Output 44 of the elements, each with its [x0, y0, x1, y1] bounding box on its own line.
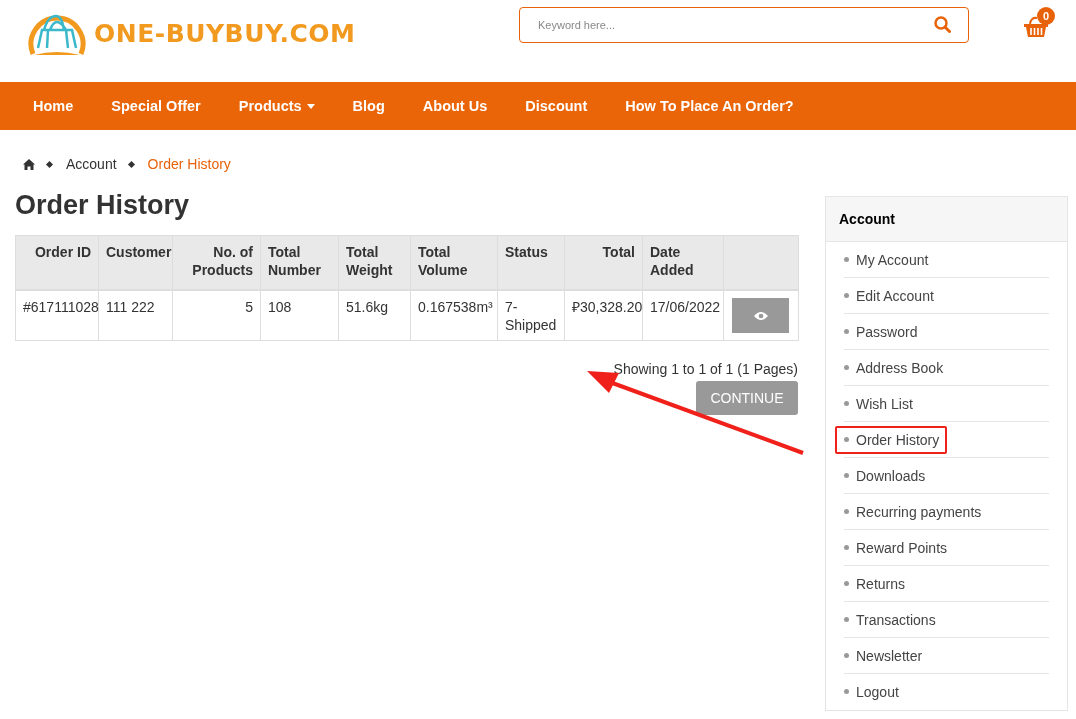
table-cell: 51.6kg [338, 290, 411, 341]
sidebar-link[interactable]: Edit Account [835, 281, 942, 310]
search-field[interactable]: Keyword here... [519, 7, 969, 43]
sidebar-link[interactable]: My Account [835, 245, 937, 274]
column-header: Customer [98, 235, 173, 290]
separator-icon [127, 160, 135, 168]
page-title: Order History [15, 190, 191, 221]
sidebar-link[interactable]: Transactions [835, 605, 944, 634]
column-header: Total [564, 235, 643, 290]
sidebar-link[interactable]: Address Book [835, 353, 952, 382]
column-header: Date Added [642, 235, 724, 290]
column-header: Total Volume [410, 235, 498, 290]
sidebar-link[interactable]: Returns [835, 569, 914, 598]
table-cell: 0.167538m³ [410, 290, 498, 341]
sidebar-link[interactable]: Reward Points [835, 533, 956, 562]
column-header: Total Weight [338, 235, 411, 290]
breadcrumb-link[interactable]: Account [66, 156, 117, 172]
sidebar-title: Account [826, 197, 1067, 242]
eye-icon [753, 310, 768, 321]
table-cell: #617111028 [15, 290, 99, 341]
cart-count-badge: 0 [1037, 7, 1055, 25]
sidebar-link[interactable]: Password [835, 317, 926, 346]
table-cell: ₽30,328.20 [564, 290, 643, 341]
sidebar-link[interactable]: Newsletter [835, 641, 931, 670]
column-header: Order ID [15, 235, 99, 290]
sidebar-link[interactable]: Order History [835, 425, 948, 454]
search-icon[interactable] [934, 16, 951, 33]
sidebar-link[interactable]: Wish List [835, 389, 921, 418]
sidebar-link[interactable]: Downloads [835, 461, 934, 490]
pagination-text: Showing 1 to 1 of 1 (1 Pages) [612, 361, 798, 377]
view-button[interactable] [732, 298, 789, 333]
table-cell: 111 222 [98, 290, 173, 341]
table-cell: 17/06/2022 [642, 290, 724, 341]
sidebar-link[interactable]: Logout [835, 677, 907, 706]
home-icon[interactable] [23, 158, 35, 170]
column-header: Status [497, 235, 565, 290]
caret-icon [306, 103, 315, 109]
column-header: Total Number [260, 235, 339, 290]
sidebar-link[interactable]: Recurring payments [835, 497, 990, 526]
table-cell: 7-Shipped [497, 290, 565, 341]
separator-icon [45, 160, 54, 168]
table-cell: 5 [172, 290, 261, 341]
table-cell: 108 [260, 290, 339, 341]
column-header: No. of Products [172, 235, 261, 290]
